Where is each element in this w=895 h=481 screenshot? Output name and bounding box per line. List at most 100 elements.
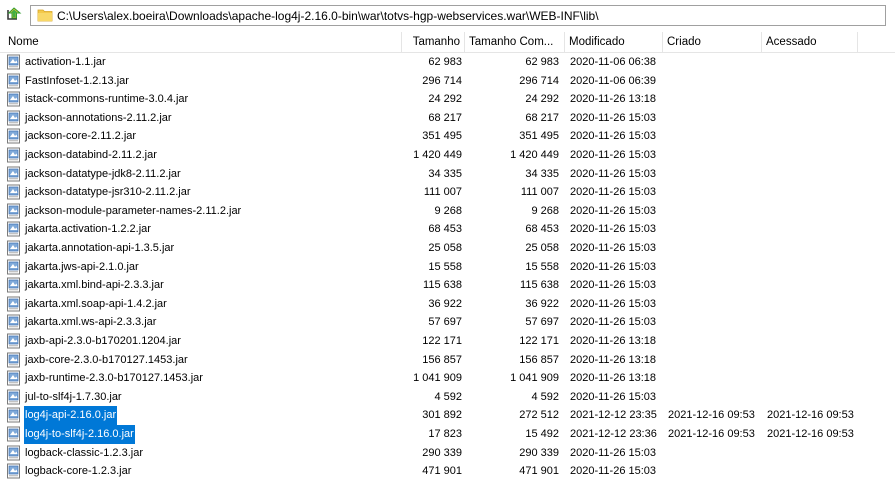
file-created: 2021-12-16 09:53 — [668, 428, 755, 440]
file-compressed-size: 156 857 — [519, 353, 559, 366]
file-row[interactable]: jackson-databind-2.11.2.jar 1 420 449 1 42… — [0, 146, 895, 165]
file-row[interactable]: logback-core-1.2.3.jar 471 901 471 901 2020… — [0, 462, 895, 481]
file-row[interactable]: log4j-to-slf4j-2.16.0.jar 17 823 15 492 202… — [0, 425, 895, 444]
address-input[interactable]: C:\Users\alex.boeira\Downloads\apache-lo… — [30, 5, 886, 26]
file-row[interactable]: jackson-core-2.11.2.jar 351 495 351 495 202… — [0, 127, 895, 146]
file-modified: 2021-12-12 23:35 — [570, 409, 657, 422]
file-size: 115 638 — [423, 279, 462, 292]
file-compressed-size: 111 007 — [520, 186, 559, 199]
file-modified: 2020-11-26 13:18 — [570, 93, 657, 106]
file-name: jackson-databind-2.11.2.jar — [25, 149, 157, 161]
file-created — [668, 72, 763, 91]
jar-file-icon — [7, 277, 20, 293]
jar-file-icon — [7, 259, 20, 275]
file-compressed-size: 68 217 — [525, 111, 559, 124]
folder-icon — [37, 9, 53, 22]
file-modified: 2020-11-26 15:03 — [570, 465, 657, 478]
file-row[interactable]: jaxb-api-2.3.0-b170201.1204.jar 122 171 12… — [0, 332, 895, 351]
file-accessed — [767, 388, 862, 407]
file-row[interactable]: jul-to-slf4j-1.7.30.jar 4 592 4 592 2020-11… — [0, 388, 895, 407]
file-modified: 2020-11-26 15:03 — [570, 297, 657, 310]
file-modified: 2020-11-26 15:03 — [570, 279, 657, 292]
file-size: 9 268 — [434, 204, 462, 217]
file-name: log4j-to-slf4j-2.16.0.jar — [24, 425, 135, 444]
file-row[interactable]: log4j-api-2.16.0.jar 301 892 272 512 2021-1… — [0, 406, 895, 425]
file-name: jakarta.xml.bind-api-2.3.3.jar — [25, 279, 164, 292]
jar-file-icon — [7, 333, 20, 349]
file-compressed-size: 272 512 — [519, 409, 559, 422]
file-row[interactable]: jakarta.xml.soap-api-1.4.2.jar 36 922 36 9… — [0, 295, 895, 314]
file-compressed-size: 34 335 — [525, 167, 559, 180]
file-modified: 2020-11-26 15:03 — [570, 186, 657, 199]
file-accessed — [767, 220, 862, 239]
file-accessed — [767, 444, 862, 463]
file-created — [668, 444, 763, 463]
file-row[interactable]: jackson-datatype-jdk8-2.11.2.jar 34 335 34… — [0, 165, 895, 184]
file-name: jul-to-slf4j-1.7.30.jar — [25, 390, 122, 403]
jar-file-icon — [7, 166, 20, 182]
file-accessed: 2021-12-16 09:53 — [767, 409, 854, 422]
file-modified: 2021-12-12 23:36 — [570, 428, 657, 440]
jar-file-icon — [7, 445, 20, 461]
file-size: 1 420 449 — [413, 149, 462, 161]
column-header-modified[interactable]: Modificado — [565, 32, 663, 52]
file-size: 351 495 — [422, 130, 462, 143]
file-size: 68 453 — [428, 223, 462, 236]
file-created — [668, 313, 763, 332]
file-compressed-size: 1 420 449 — [510, 149, 559, 161]
file-created — [668, 127, 763, 146]
file-name: jackson-core-2.11.2.jar — [25, 130, 137, 143]
file-size: 296 714 — [422, 74, 462, 87]
file-row[interactable]: jakarta.xml.ws-api-2.3.3.jar 57 697 57 697… — [0, 313, 895, 332]
file-accessed — [767, 165, 862, 184]
file-row[interactable]: logback-classic-1.2.3.jar 290 339 290 339 2… — [0, 444, 895, 463]
file-size: 156 857 — [422, 353, 462, 366]
file-compressed-size: 1 041 909 — [510, 372, 559, 385]
column-header-accessed[interactable]: Acessado — [762, 32, 858, 52]
up-folder-button[interactable] — [5, 6, 23, 24]
file-created — [668, 332, 763, 351]
file-row[interactable]: jakarta.annotation-api-1.3.5.jar 25 058 25… — [0, 239, 895, 258]
file-row[interactable]: jakarta.jws-api-2.1.0.jar 15 558 15 558 202… — [0, 258, 895, 277]
file-size: 471 901 — [422, 465, 462, 478]
column-header-compressed[interactable]: Tamanho Com... — [465, 32, 565, 52]
file-name: FastInfoset-1.2.13.jar — [25, 74, 129, 87]
file-modified: 2020-11-26 13:18 — [570, 335, 657, 347]
file-name: jakarta.jws-api-2.1.0.jar — [25, 260, 139, 273]
file-row[interactable]: istack-commons-runtime-3.0.4.jar 24 292 24… — [0, 90, 895, 109]
jar-file-icon — [7, 184, 20, 200]
file-modified: 2020-11-26 15:03 — [570, 130, 657, 143]
column-header-name[interactable]: Nome — [0, 32, 402, 52]
jar-file-icon — [7, 370, 20, 386]
file-size: 15 558 — [428, 260, 462, 273]
jar-file-icon — [7, 91, 20, 107]
file-modified: 2020-11-26 15:03 — [570, 167, 657, 180]
file-row[interactable]: jaxb-core-2.3.0-b170127.1453.jar 156 857 1… — [0, 351, 895, 370]
file-accessed — [767, 369, 862, 388]
file-created — [668, 183, 763, 202]
column-header-size[interactable]: Tamanho — [402, 32, 465, 52]
jar-file-icon — [7, 389, 20, 405]
file-size: 25 058 — [428, 242, 462, 254]
file-modified: 2020-11-26 13:18 — [570, 372, 657, 385]
file-row[interactable]: jackson-module-parameter-names-2.11.2.ja… — [0, 202, 895, 221]
file-row[interactable]: FastInfoset-1.2.13.jar 296 714 296 714 2020… — [0, 72, 895, 91]
file-row[interactable]: jaxb-runtime-2.3.0-b170127.1453.jar 1 041… — [0, 369, 895, 388]
file-accessed — [767, 53, 862, 72]
file-name: jackson-module-parameter-names-2.11.2.ja… — [25, 204, 242, 217]
file-created — [668, 202, 763, 221]
file-created: 2021-12-16 09:53 — [668, 409, 755, 422]
file-size: 290 339 — [422, 446, 462, 459]
column-header-created[interactable]: Criado — [663, 32, 762, 52]
file-name: jackson-annotations-2.11.2.jar — [25, 111, 172, 124]
file-row[interactable]: activation-1.1.jar 62 983 62 983 2020-11-06… — [0, 53, 895, 72]
file-row[interactable]: jakarta.activation-1.2.2.jar 68 453 68 453… — [0, 220, 895, 239]
file-row[interactable]: jackson-datatype-jsr310-2.11.2.jar 111 00… — [0, 183, 895, 202]
file-row[interactable]: jakarta.xml.bind-api-2.3.3.jar 115 638 115… — [0, 276, 895, 295]
file-name: jackson-datatype-jsr310-2.11.2.jar — [25, 186, 191, 199]
file-compressed-size: 290 339 — [519, 446, 559, 459]
file-row[interactable]: jackson-annotations-2.11.2.jar 68 217 68 2… — [0, 109, 895, 128]
file-created — [668, 165, 763, 184]
file-compressed-size: 351 495 — [519, 130, 559, 143]
file-name: istack-commons-runtime-3.0.4.jar — [25, 93, 189, 106]
